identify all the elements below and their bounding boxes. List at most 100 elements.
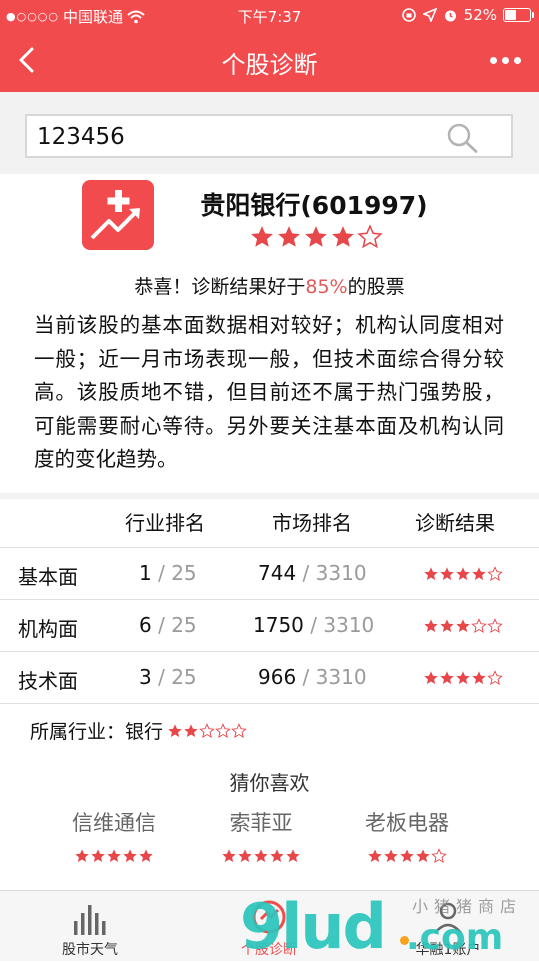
- star-filled-icon: [184, 723, 198, 737]
- industry-label: 所属行业：: [30, 721, 126, 743]
- star-filled-icon: [305, 226, 327, 247]
- star-empty-icon: [199, 722, 215, 738]
- verdict-percent: 85%: [305, 276, 348, 298]
- star-filled-icon: [270, 849, 284, 862]
- guess-you-like-title: 猜你喜欢: [229, 771, 310, 795]
- status-bar: ●○○○○ 中国联通 下午7:37 52%: [0, 0, 539, 30]
- star-empty-icon: [215, 722, 231, 738]
- market-rank-cell: 744 / 3310: [258, 561, 367, 585]
- market-rank-cell: 966 / 3310: [258, 665, 367, 689]
- star-filled-icon: [384, 849, 398, 862]
- search-box: [25, 114, 513, 158]
- header-industry-rank: 行业排名: [125, 511, 205, 535]
- tab-label: 股市天气: [62, 942, 118, 958]
- search-icon[interactable]: [445, 122, 479, 154]
- rank-separator: /: [158, 561, 165, 585]
- star-filled-icon: [440, 671, 454, 684]
- recommended-stock[interactable]: 信维通信: [39, 807, 189, 837]
- star-filled-icon: [472, 567, 486, 580]
- star-filled-icon: [440, 619, 454, 632]
- star-filled-icon: [278, 226, 300, 247]
- industry-name[interactable]: 银行: [125, 717, 163, 744]
- rank-value: 744: [258, 561, 297, 585]
- watermark-logo: 9lud: [240, 890, 387, 963]
- watermark-com: .com: [406, 917, 504, 958]
- section-divider: [0, 493, 539, 499]
- rank-total: 25: [171, 613, 197, 637]
- star-filled-icon: [368, 849, 382, 862]
- stock-name: 贵阳银行(601997): [200, 191, 428, 220]
- rank-total: 25: [171, 665, 197, 689]
- more-dot-icon: [501, 56, 509, 64]
- rank-separator: /: [158, 665, 165, 689]
- search-section: [0, 92, 539, 174]
- rank-total: 3310: [323, 613, 375, 637]
- star-filled-icon: [456, 671, 470, 684]
- carrier-name: 中国联通: [63, 8, 124, 26]
- tab-market-weather[interactable]: 股市天气: [20, 891, 160, 961]
- star-filled-icon: [400, 849, 414, 862]
- industry-rank-cell: 1 / 25: [139, 561, 197, 585]
- signal-strength-icon: ●○○○○: [6, 10, 59, 23]
- alarm-icon: [444, 10, 456, 21]
- star-filled-icon: [251, 226, 273, 247]
- star-filled-icon: [75, 849, 89, 862]
- page-title: 个股诊断: [221, 51, 318, 79]
- star-filled-icon: [424, 619, 438, 632]
- rank-value: 1: [139, 561, 152, 585]
- wifi-icon: [127, 10, 145, 23]
- recommended-stock-rating: [221, 848, 301, 864]
- recommended-stock[interactable]: 老板电器: [332, 807, 482, 837]
- star-filled-icon: [416, 849, 430, 862]
- battery-icon: [503, 8, 534, 22]
- diagnosis-verdict: 恭喜！诊断结果好于85%的股票: [0, 272, 539, 299]
- stock-diagnosis-logo: [82, 180, 154, 250]
- row-label-fundamental: 基本面: [18, 565, 78, 589]
- rank-separator: /: [310, 613, 318, 637]
- stock-rating: [249, 224, 383, 250]
- rank-separator: /: [302, 561, 310, 585]
- industry-rank-cell: 6 / 25: [139, 613, 197, 637]
- star-empty-icon: [487, 618, 503, 633]
- row-divider: [0, 651, 539, 652]
- more-dot-icon: [489, 56, 497, 64]
- more-dot-icon: [513, 56, 521, 64]
- more-button[interactable]: [485, 44, 525, 76]
- star-empty-icon: [487, 670, 503, 685]
- star-filled-icon: [472, 671, 486, 684]
- star-filled-icon: [168, 723, 182, 737]
- rank-total: 3310: [315, 665, 367, 689]
- star-filled-icon: [107, 849, 121, 862]
- verdict-prefix: 恭喜！诊断结果好于: [134, 276, 306, 298]
- row-label-technical: 技术面: [18, 669, 78, 693]
- watermark-text: 小猪猪商店: [412, 897, 523, 916]
- bar-chart-icon: [74, 905, 106, 935]
- battery-percent: 52%: [463, 6, 497, 24]
- star-empty-icon: [471, 618, 487, 633]
- recommended-stock[interactable]: 索菲亚: [186, 807, 336, 837]
- rank-value: 1750: [253, 613, 304, 637]
- location-icon: [422, 8, 437, 22]
- rank-separator: /: [158, 613, 165, 637]
- header-diagnosis-result: 诊断结果: [415, 511, 495, 535]
- star-empty-icon: [231, 722, 247, 738]
- industry-info: 所属行业： 银行: [30, 717, 247, 744]
- header-market-rank: 市场排名: [272, 511, 352, 535]
- star-filled-icon: [440, 567, 454, 580]
- star-filled-icon: [456, 619, 470, 632]
- star-filled-icon: [254, 849, 268, 862]
- star-filled-icon: [424, 671, 438, 684]
- row-label-institutional: 机构面: [18, 617, 78, 641]
- star-empty-icon: [431, 848, 447, 863]
- rank-total: 25: [171, 561, 197, 585]
- industry-rating: [167, 722, 247, 739]
- industry-rank-cell: 3 / 25: [139, 665, 197, 689]
- rank-separator: /: [302, 665, 310, 689]
- star-empty-icon: [357, 224, 383, 249]
- search-input[interactable]: [35, 116, 439, 158]
- diagnosis-summary: 当前该股的基本面数据相对较好；机构认同度相对一般；近一月市场表现一般，但技术面综…: [34, 313, 504, 471]
- row-divider: [0, 547, 539, 548]
- star-filled-icon: [424, 567, 438, 580]
- row-rating: [423, 670, 503, 686]
- nav-bar: 个股诊断: [0, 30, 539, 92]
